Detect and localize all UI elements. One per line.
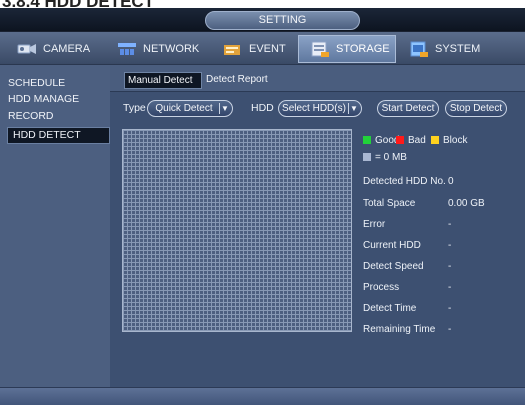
sidebar-item-hdd-detect[interactable]: HDD DETECT [7, 127, 110, 144]
camera-icon [16, 40, 38, 58]
sidebar-item-record[interactable]: RECORD [8, 110, 108, 123]
detect-time-label: Detect Time [363, 303, 417, 314]
current-hdd-label: Current HDD [363, 240, 421, 251]
start-detect-button[interactable]: Start Detect [377, 100, 439, 117]
legend-bad: Bad [396, 135, 426, 146]
hdd-select[interactable]: Select HDD(s) ▼ [278, 100, 362, 117]
remaining-time-label: Remaining Time [363, 324, 436, 335]
error-value: - [448, 219, 452, 230]
hdd-detect-content: Manual Detect Detect Report Type Quick D… [110, 65, 525, 387]
tab-label: NETWORK [143, 43, 200, 55]
legend-size-label: = 0 MB [375, 152, 407, 163]
event-icon [222, 40, 244, 58]
detected-hdd-no-value: 0 [448, 176, 454, 187]
detect-speed-value: - [448, 261, 452, 272]
main-tabs: CAMERA NETWORK EVENT STORAGE SYSTEM [0, 31, 525, 65]
network-icon [116, 40, 138, 58]
tab-label: STORAGE [336, 43, 390, 55]
window-title-strip: SETTING [0, 8, 525, 31]
error-label: Error [363, 219, 386, 230]
stop-detect-button[interactable]: Stop Detect [445, 100, 507, 117]
legend-size: = 0 MB [363, 152, 407, 163]
tab-label: SYSTEM [435, 43, 481, 55]
storage-sidebar: SCHEDULE HDD MANAGE RECORD HDD DETECT [0, 65, 110, 387]
bad-swatch [396, 136, 404, 144]
current-hdd-value: - [448, 240, 452, 251]
tab-system[interactable]: SYSTEM [398, 35, 498, 63]
legend-block-label: Block [443, 135, 468, 146]
setting-window: SETTING CAMERA NETWORK EVENT STORAGE SYS… [0, 8, 525, 405]
system-icon [408, 40, 430, 58]
tab-storage[interactable]: STORAGE [298, 35, 396, 63]
window-title: SETTING [205, 11, 360, 30]
process-label: Process [363, 282, 400, 293]
tab-network[interactable]: NETWORK [106, 35, 204, 63]
hdd-select-value: Select HDD(s) [282, 103, 346, 114]
tab-label: EVENT [249, 43, 286, 55]
size-swatch [363, 153, 371, 161]
tab-label: CAMERA [43, 43, 91, 55]
sidebar-item-schedule[interactable]: SCHEDULE [8, 77, 108, 90]
total-space-label: Total Space [363, 198, 416, 209]
footer-bar [0, 387, 525, 405]
legend-good: Good [363, 135, 399, 146]
chevron-down-icon: ▼ [348, 103, 359, 114]
type-select[interactable]: Quick Detect ▼ [147, 100, 233, 117]
sidebar-item-hdd-manage[interactable]: HDD MANAGE [8, 93, 108, 106]
type-select-value: Quick Detect [155, 103, 213, 114]
detect-block-map [122, 129, 352, 332]
block-swatch [431, 136, 439, 144]
process-value: - [448, 282, 452, 293]
subtab-manual-detect[interactable]: Manual Detect [124, 72, 202, 89]
storage-icon [309, 40, 331, 58]
tab-camera[interactable]: CAMERA [6, 35, 98, 63]
subtab-detect-report[interactable]: Detect Report [203, 72, 277, 89]
manual-detect-panel: Type Quick Detect ▼ HDD Select HDD(s) ▼ … [110, 91, 525, 387]
detect-speed-label: Detect Speed [363, 261, 424, 272]
chevron-down-icon: ▼ [219, 103, 230, 114]
remaining-time-value: - [448, 324, 452, 335]
detect-time-value: - [448, 303, 452, 314]
detected-hdd-no-label: Detected HDD No. [363, 176, 446, 187]
document-section-heading: 3.8.4 HDD DETECT [2, 0, 522, 8]
legend-bad-label: Bad [408, 135, 426, 146]
hdd-label: HDD [251, 102, 274, 114]
type-label: Type [123, 102, 146, 114]
good-swatch [363, 136, 371, 144]
total-space-value: 0.00 GB [448, 198, 485, 209]
tab-event[interactable]: EVENT [212, 35, 296, 63]
legend-block: Block [431, 135, 467, 146]
